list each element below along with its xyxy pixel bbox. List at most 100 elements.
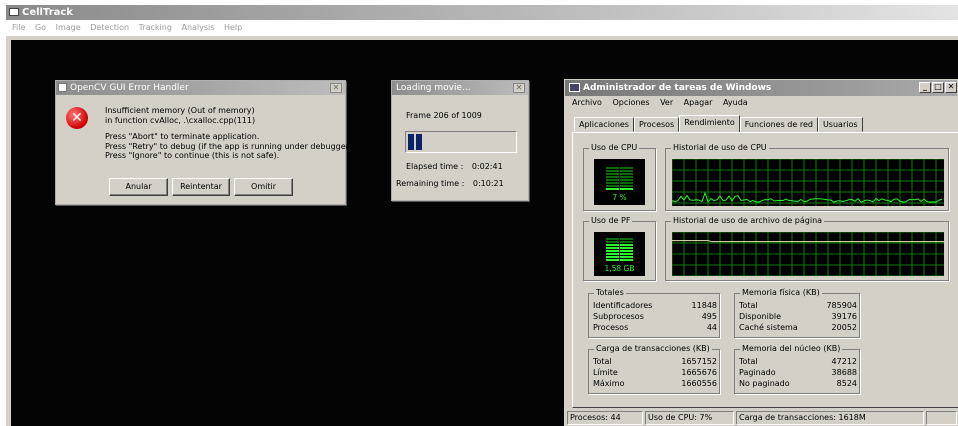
stat-name: Límite [593,368,618,377]
error-dialog-title: OpenCV GUI Error Handler [70,83,189,93]
tab-rendimiento[interactable]: Rendimiento [679,115,740,132]
error-dialog-titlebar[interactable]: OpenCV GUI Error Handler ✕ [56,81,345,95]
tab-usuarios[interactable]: Usuarios [817,117,863,132]
menu-help[interactable]: Help [224,23,242,32]
meter-bar [620,247,633,249]
tab-aplicaciones[interactable]: Aplicaciones [574,117,634,132]
stat-value: 1665676 [681,368,717,377]
stat-name: Procesos [593,323,629,332]
meter-bar [620,182,633,184]
meter-bar [620,256,633,258]
retry-button[interactable]: Reintentar [172,178,230,196]
menu-opciones[interactable]: Opciones [612,98,649,107]
loading-dialog-title: Loading movie... [396,83,471,93]
pf-usage-meter: 1,58 GB [594,232,645,276]
stat-value: 11848 [691,301,717,310]
task-manager-titlebar[interactable]: Administrador de tareas de Windows _ □ ✕ [565,80,957,96]
stat-name: Total [739,357,758,366]
celltrack-titlebar[interactable]: CellTrack [6,5,958,20]
size-grip[interactable] [926,411,957,425]
stat-name: Identificadores [593,301,653,310]
minimize-icon[interactable]: _ [919,82,931,93]
close-icon[interactable]: ✕ [945,82,957,93]
pf-usage-group: Uso de PF 1,58 GB [583,216,656,281]
cpu-usage-value: 7 % [612,193,627,202]
error-icon: ✕ [66,107,88,129]
maximize-icon[interactable]: □ [932,82,944,93]
meter-bar [606,170,619,172]
stat-name: Disponible [739,312,782,321]
totals-group: Totales Identificadores 11848 Subproceso… [588,288,720,338]
meter-bar [620,238,633,240]
cpu-history-label: Historial de uso de CPU [671,143,769,152]
status-cpu: Uso de CPU: 7% [645,411,734,425]
app-icon [9,8,19,16]
meter-bar [620,259,633,261]
cpu-usage-label: Uso de CPU [589,143,640,152]
stat-value: 785904 [826,301,857,310]
meter-bar [620,241,633,243]
remaining-label: Remaining time : [396,179,465,188]
cpu-usage-group: Uso de CPU 7 % [583,143,656,211]
physical-memory-label: Memoria física (KB) [740,288,822,297]
cpu-history-group: Historial de uso de CPU [665,143,949,211]
meter-bar [620,170,633,172]
stat-name: Paginado [739,368,776,377]
task-manager-menubar: Archivo Opciones Ver Apagar Ayuda [565,96,957,110]
meter-bar [606,167,619,169]
menu-analysis[interactable]: Analysis [181,23,214,32]
elapsed-time-row: Elapsed time : 0:02:41 [406,162,503,171]
menu-file[interactable]: File [12,23,25,32]
error-line: Press "Abort" to terminate application. [105,132,260,141]
cpu-history-graph [672,159,944,206]
menu-tracking[interactable]: Tracking [139,23,172,32]
meter-bar [620,176,633,178]
stat-value: 47212 [831,357,857,366]
status-commit: Carga de transacciones: 1618M [736,411,924,425]
elapsed-label: Elapsed time : [406,162,464,171]
stat-value: 44 [706,323,717,332]
stat-name: Total [593,357,612,366]
error-line: Insufficient memory (Out of memory) [105,106,255,115]
menu-ayuda[interactable]: Ayuda [723,98,748,107]
menu-image[interactable]: Image [56,23,81,32]
stat-value: 1660556 [681,379,717,388]
pf-history-group: Historial de uso de archivo de página [665,216,949,281]
totals-label: Totales [594,288,626,297]
task-manager-window: Administrador de tareas de Windows _ □ ✕… [564,79,958,426]
meter-bar [620,244,633,246]
ignore-button[interactable]: Omitir [234,178,293,196]
stat-name: No paginado [739,379,790,388]
menu-ver[interactable]: Ver [660,98,673,107]
menu-go[interactable]: Go [35,23,46,32]
history-trace [672,191,943,203]
status-processes: Procesos: 44 [567,411,643,425]
opencv-error-dialog: OpenCV GUI Error Handler ✕ ✕ Insufficien… [55,80,355,205]
loading-progress-bar [405,131,517,153]
pf-history-graph [672,232,944,276]
history-trace [672,240,944,243]
pf-usage-value: 1,58 GB [604,264,635,273]
meter-bar [606,173,619,175]
elapsed-value: 0:02:41 [471,162,503,171]
task-manager-tabs: Aplicaciones Procesos Rendimiento Funcio… [574,115,863,132]
abort-button[interactable]: Anular [109,178,168,196]
meter-bar [620,179,633,181]
stat-name: Caché sistema [739,323,798,332]
meter-bar [606,259,619,261]
close-icon[interactable]: ✕ [513,83,525,93]
monitor-icon [569,83,580,92]
menu-archivo[interactable]: Archivo [572,98,602,107]
remaining-time-row: Remaining time : 0:10:21 [396,179,504,188]
error-line: Press "Ignore" to continue (this is not … [105,151,280,160]
error-line: Press "Retry" to debug (if the app is ru… [105,141,355,151]
menu-apagar[interactable]: Apagar [684,98,713,107]
stat-value: 1657152 [681,357,717,366]
loading-dialog-titlebar[interactable]: Loading movie... ✕ [392,81,528,95]
close-icon[interactable]: ✕ [330,83,342,93]
commit-charge-label: Carga de transacciones (KB) [594,344,712,353]
stat-value: 39176 [831,312,857,321]
tab-procesos[interactable]: Procesos [633,117,680,132]
menu-detection[interactable]: Detection [90,23,129,32]
tab-funciones-de-red[interactable]: Funciones de red [739,117,818,132]
